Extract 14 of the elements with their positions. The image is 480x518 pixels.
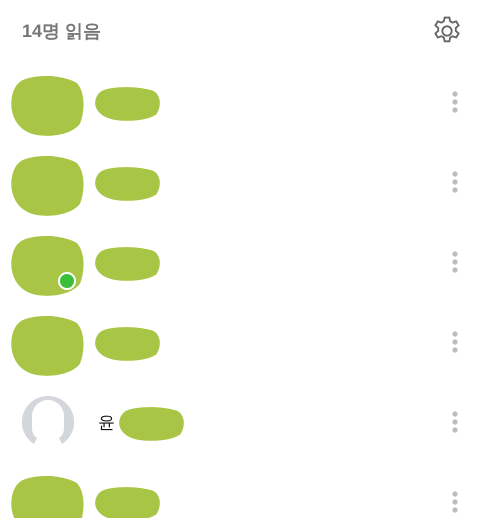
more-options-icon[interactable]: [451, 490, 459, 514]
redaction-mark: [94, 326, 162, 362]
redaction-mark: [94, 486, 162, 518]
more-options-icon[interactable]: [451, 170, 459, 194]
redaction-mark: [94, 86, 162, 122]
more-options-icon[interactable]: [451, 250, 459, 274]
redaction-mark: [118, 406, 186, 442]
read-count-title: 14명 읽음: [22, 20, 102, 43]
member-name: 윤: [98, 412, 115, 434]
redaction-mark: [94, 166, 162, 202]
more-options-icon[interactable]: [451, 90, 459, 114]
more-options-icon[interactable]: [451, 330, 459, 354]
more-options-icon[interactable]: [451, 410, 459, 434]
redaction-mark: [94, 246, 162, 282]
